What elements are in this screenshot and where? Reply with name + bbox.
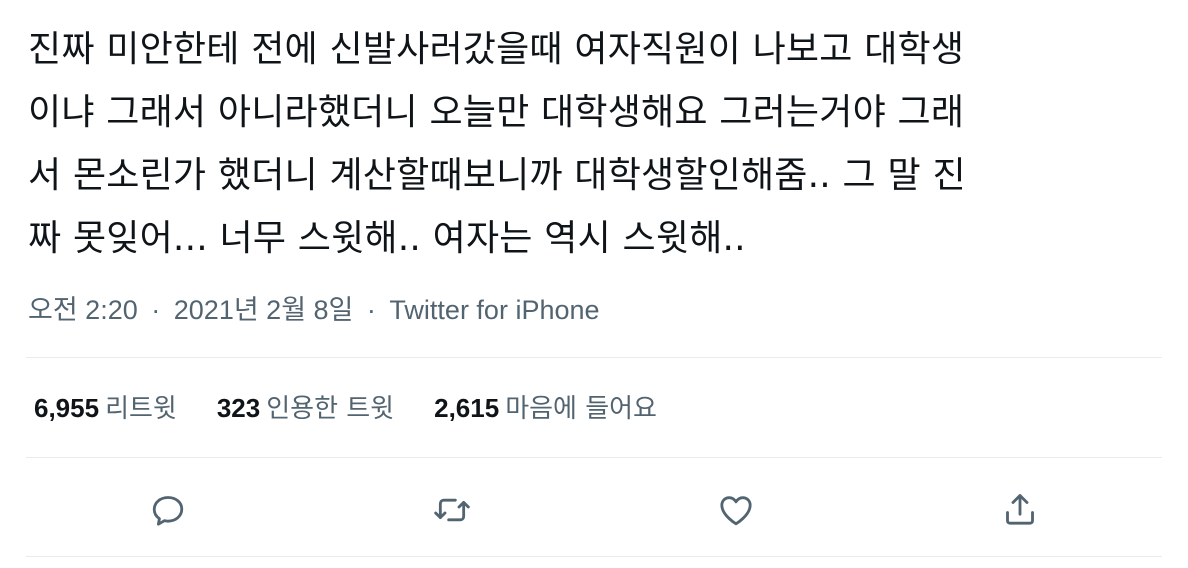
reply-icon bbox=[152, 496, 184, 526]
tweet-text-line: 진짜 미안한테 전에 신발사러갔을때 여자직원이 나보고 대학생 bbox=[28, 29, 965, 70]
meta-separator: · bbox=[151, 295, 161, 325]
heart-icon bbox=[720, 496, 752, 526]
like-button[interactable] bbox=[712, 486, 760, 534]
share-button[interactable] bbox=[996, 486, 1044, 534]
like-label: 마음에 들어요 bbox=[505, 394, 657, 424]
reply-button[interactable] bbox=[144, 486, 192, 534]
meta-separator: · bbox=[366, 295, 376, 325]
tweet-text: 진짜 미안한테 전에 신발사러갔을때 여자직원이 나보고 대학생 이냐 그래서 … bbox=[28, 18, 1168, 270]
like-stat[interactable]: 2,615 마음에 들어요 bbox=[434, 388, 657, 429]
share-icon bbox=[1006, 494, 1034, 525]
quote-count: 323 bbox=[216, 393, 261, 423]
tweet-text-line: 이냐 그래서 아니라했더니 오늘만 대학생해요 그러는거야 그래 bbox=[28, 92, 965, 133]
quote-stat[interactable]: 323 인용한 트윗 bbox=[217, 388, 394, 429]
tweet-text-line: 짜 못잊어... 너무 스윗해.. 여자는 역시 스윗해.. bbox=[28, 218, 746, 259]
tweet-stats: 6,955 리트윗 323 인용한 트윗 2,615 마음에 들어요 bbox=[34, 388, 657, 429]
retweet-count: 6,955 bbox=[34, 393, 100, 423]
like-count: 2,615 bbox=[434, 393, 500, 423]
divider bbox=[26, 556, 1162, 557]
retweet-label: 리트윗 bbox=[105, 394, 177, 424]
retweet-icon bbox=[434, 498, 470, 522]
tweet-detail: 진짜 미안한테 전에 신발사러갔을때 여자직원이 나보고 대학생 이냐 그래서 … bbox=[0, 0, 1188, 568]
divider bbox=[26, 357, 1162, 358]
retweet-button[interactable] bbox=[428, 486, 476, 534]
divider bbox=[26, 457, 1162, 458]
retweet-stat[interactable]: 6,955 리트윗 bbox=[34, 388, 177, 429]
tweet-source[interactable]: Twitter for iPhone bbox=[389, 295, 599, 325]
tweet-actions bbox=[0, 486, 1188, 534]
tweet-date[interactable]: 2021년 2월 8일 bbox=[174, 295, 354, 325]
tweet-text-line: 서 몬소린가 했더니 계산할때보니까 대학생할인해줌.. 그 말 진 bbox=[28, 155, 966, 196]
quote-label: 인용한 트윗 bbox=[266, 394, 395, 424]
tweet-meta: 오전 2:20 · 2021년 2월 8일 · Twitter for iPho… bbox=[28, 290, 600, 330]
tweet-time[interactable]: 오전 2:20 bbox=[28, 295, 138, 325]
